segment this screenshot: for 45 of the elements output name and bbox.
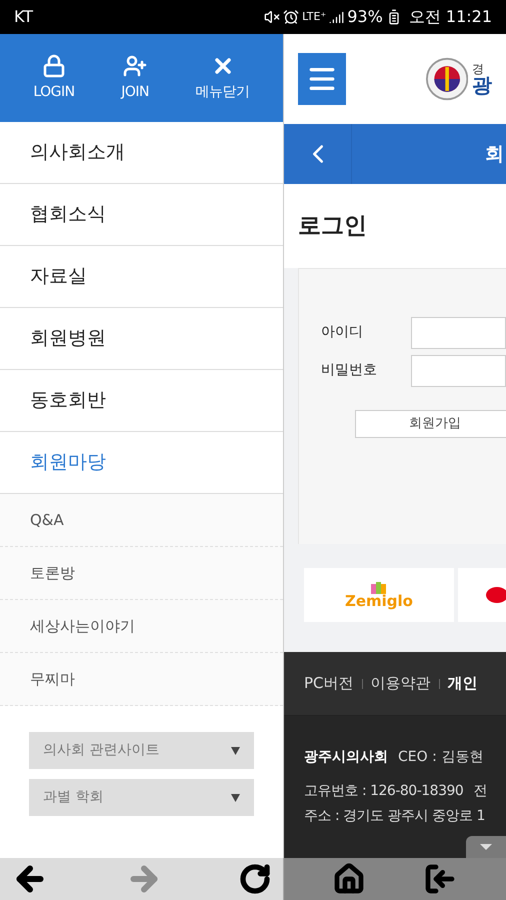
- alarm-icon: [283, 9, 300, 25]
- scroll-top-tab[interactable]: [466, 836, 506, 858]
- signup-button[interactable]: 회원가입: [355, 410, 506, 438]
- emblem-icon: [426, 56, 468, 102]
- header-button[interactable]: 메뉴닫기: [192, 54, 254, 102]
- submenu-item[interactable]: 토론방: [0, 547, 283, 600]
- logo-icon: [371, 582, 387, 594]
- phone-text: 전: [473, 782, 488, 800]
- site-title-text: 경: [472, 63, 485, 75]
- reload-icon[interactable]: [239, 863, 271, 895]
- lock-icon: [42, 54, 66, 78]
- field-label: 비밀번호: [321, 361, 378, 380]
- menu-button[interactable]: [298, 53, 346, 105]
- registration-text: 고유번호 : 126-80-18390: [304, 782, 464, 800]
- signal-icon: [329, 10, 344, 24]
- carrier-text: KT: [14, 6, 34, 28]
- logo-text: Zemiglo: [344, 594, 413, 608]
- org-name-text: 광주시의사회: [304, 748, 388, 766]
- page-title-text: 회: [485, 142, 504, 167]
- caret-icon: [231, 794, 240, 802]
- submenu-item[interactable]: Q&A: [0, 494, 283, 547]
- network-text: LTE⁺: [302, 8, 326, 25]
- home-icon[interactable]: [332, 863, 365, 895]
- footer-link[interactable]: 이용약관: [370, 672, 431, 695]
- mute-icon: [264, 9, 280, 25]
- header-button[interactable]: JOIN: [117, 54, 154, 102]
- submenu-item[interactable]: 무찌마: [0, 653, 283, 706]
- header-button[interactable]: LOGIN: [29, 54, 79, 102]
- caret-icon: [231, 746, 240, 754]
- field-label: 아이디: [321, 323, 364, 342]
- heading-text: 로그인: [298, 212, 367, 241]
- input-field[interactable]: [411, 316, 506, 348]
- exit-icon[interactable]: [424, 863, 456, 895]
- footer-link[interactable]: PC버전: [304, 672, 354, 695]
- caret-icon: [480, 844, 492, 850]
- input-field[interactable]: [411, 354, 506, 386]
- footer-link[interactable]: 개인: [448, 672, 478, 695]
- ceo-text: CEO : 김동현: [398, 748, 484, 766]
- address-text: 주소 : 경기도 광주시 중앙로 1: [304, 807, 486, 826]
- clock-text: 오전 11:21: [408, 6, 492, 28]
- logo-icon: [486, 587, 506, 603]
- submenu-item[interactable]: 세상사는이야기: [0, 600, 283, 653]
- user-plus-icon: [123, 54, 148, 78]
- site-title-text: 광: [472, 75, 492, 95]
- battery-text: 93%: [347, 6, 383, 28]
